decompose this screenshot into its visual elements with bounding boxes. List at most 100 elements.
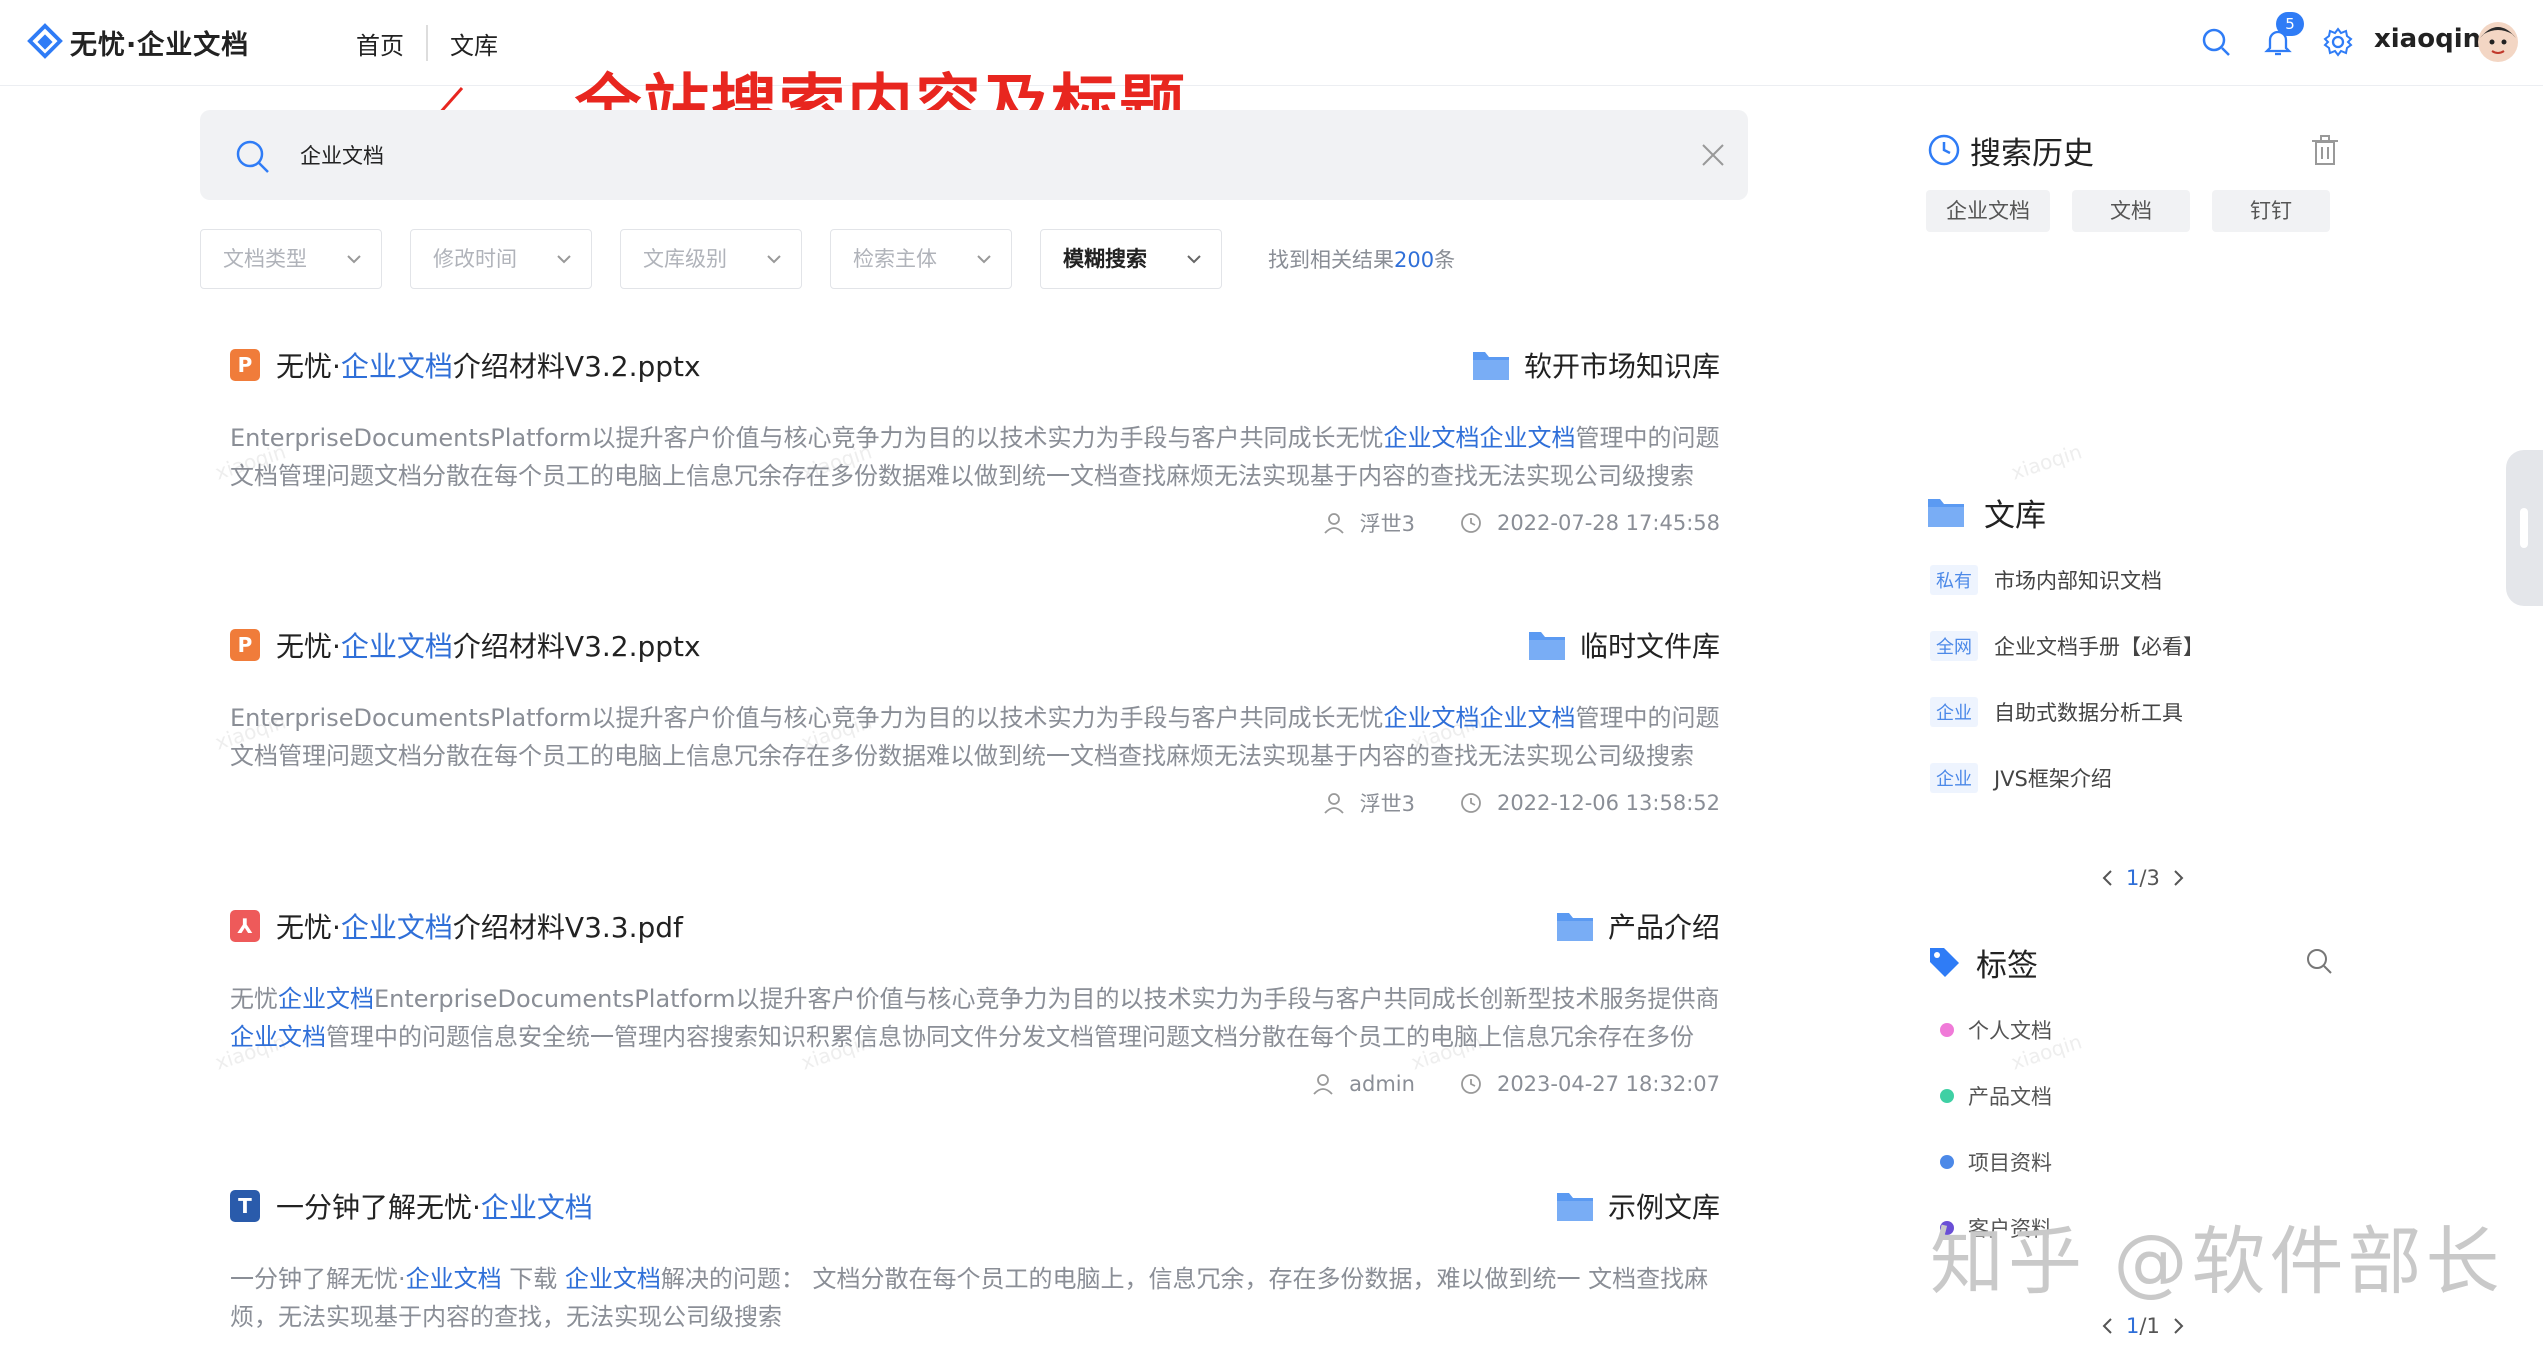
result-filename: 无忧·企业文档介绍材料V3.2.pptx (276, 345, 701, 385)
library-name: 产品介绍 (1607, 911, 1720, 944)
folder-icon (1472, 352, 1509, 380)
nav-home[interactable]: 首页 (356, 26, 426, 61)
result-title[interactable]: ⅄ 无忧·企业文档介绍材料V3.3.pdf (230, 906, 683, 946)
user-watermark: xiaoqin (2008, 439, 2085, 485)
nav-library[interactable]: 文库 (428, 26, 520, 61)
search-icon[interactable] (2304, 946, 2334, 976)
chevron-right-icon[interactable] (2168, 868, 2188, 888)
chevron-left-icon[interactable] (2098, 868, 2118, 888)
folder-icon (1556, 913, 1593, 941)
snippet-segment: 管理中的问题信息安全统一管理内容搜索知识积累信息协同文件分发文档管理问题文档分散… (326, 1023, 1694, 1051)
pager-current: 1 (2126, 866, 2140, 890)
chevron-down-icon (557, 255, 571, 264)
chevron-right-icon[interactable] (2168, 1316, 2188, 1336)
library-item[interactable]: 私有 市场内部知识文档 (1930, 560, 2162, 600)
user-icon (1323, 513, 1344, 534)
highlight-keyword: 企业文档 (405, 1265, 502, 1293)
gear-icon[interactable] (2322, 26, 2354, 58)
highlight-keyword: 企业文档 (278, 985, 374, 1013)
result-meta: 浮世3 2022-12-06 13:58:52 (1322, 785, 1720, 821)
filter-fuzzy-search[interactable]: 模糊搜索 (1040, 229, 1222, 289)
library-scope-badge: 企业 (1930, 763, 1978, 793)
chevron-down-icon (347, 255, 361, 264)
side-scroll-handle[interactable] (2506, 450, 2543, 606)
library-name: 软开市场知识库 (1523, 350, 1720, 383)
library-name: 临时文件库 (1579, 630, 1720, 663)
library-item[interactable]: 企业 JVS框架介绍 (1930, 758, 2112, 798)
library-item-name: JVS框架介绍 (1994, 767, 2112, 791)
title-segment: 无忧· (276, 350, 341, 383)
result-time: 2022-12-06 13:58:52 (1496, 791, 1720, 815)
result-library[interactable]: 示例文库 (1556, 1186, 1720, 1226)
tag-item[interactable]: 个人文档 (1940, 1010, 2052, 1050)
avatar[interactable] (2476, 20, 2520, 64)
filter-label: 文库级别 (643, 247, 727, 271)
result-library[interactable]: 产品介绍 (1556, 906, 1720, 946)
app-logo[interactable]: 无忧·企业文档 (26, 20, 249, 64)
history-chip[interactable]: 钉钉 (2212, 190, 2330, 232)
library-item[interactable]: 全网 企业文档手册【必看】 (1930, 626, 2204, 666)
result-title[interactable]: P 无忧·企业文档介绍材料V3.2.pptx (230, 625, 701, 665)
snippet-segment: 一分钟了解无忧· (230, 1265, 406, 1293)
clock-icon (1461, 793, 1481, 813)
result-title[interactable]: T 一分钟了解无忧·企业文档 (230, 1186, 593, 1226)
close-icon[interactable] (1700, 142, 1726, 168)
result-library[interactable]: 临时文件库 (1528, 625, 1720, 665)
history-chip[interactable]: 企业文档 (1926, 190, 2050, 232)
user-icon (1323, 793, 1344, 814)
file-type-icon: P (230, 349, 260, 381)
logo-icon (27, 23, 63, 59)
main-nav: 首页 文库 (356, 24, 520, 62)
filter-library-level[interactable]: 文库级别 (620, 229, 802, 289)
result-meta: admin 2023-04-27 18:32:07 (1311, 1066, 1720, 1102)
filter-modified-time[interactable]: 修改时间 (410, 229, 592, 289)
tags-pager: 1/1 (2090, 1308, 2196, 1344)
filter-doc-type[interactable]: 文档类型 (200, 229, 382, 289)
tag-item[interactable]: 产品文档 (1940, 1076, 2052, 1116)
result-count-prefix: 找到相关结果 (1268, 248, 1394, 272)
pager-total: /1 (2139, 1314, 2160, 1338)
tag-name: 个人文档 (1968, 1019, 2052, 1043)
snippet-segment: 无忧 (230, 985, 278, 1013)
history-chip[interactable]: 文档 (2072, 190, 2190, 232)
result-count-suffix: 条 (1434, 248, 1456, 272)
tag-item[interactable]: 项目资料 (1940, 1142, 2052, 1182)
search-bar[interactable]: 企业文档 (200, 110, 1748, 200)
filter-search-subject[interactable]: 检索主体 (830, 229, 1012, 289)
file-type-icon: ⅄ (230, 910, 260, 942)
search-input[interactable]: 企业文档 (300, 140, 384, 170)
library-scope-badge: 全网 (1930, 631, 1978, 661)
library-item[interactable]: 企业 自助式数据分析工具 (1930, 692, 2183, 732)
library-panel-header: 文库 (1926, 490, 2346, 534)
trash-icon[interactable] (2310, 134, 2340, 166)
snippet-segment: EnterpriseDocumentsPlatform以提升客户价值与核心竞争力… (230, 424, 1384, 452)
result-count-number: 200 (1394, 248, 1435, 272)
search-history-title: 搜索历史 (1970, 135, 2094, 172)
app-name: 无忧·企业文档 (70, 29, 250, 61)
result-time: 2023-04-27 18:32:07 (1496, 1072, 1720, 1096)
result-meta: 浮世3 2022-07-28 17:45:58 (1322, 505, 1720, 541)
result-filename: 无忧·企业文档介绍材料V3.3.pdf (276, 906, 683, 946)
highlight-keyword: 企业文档 (480, 1191, 593, 1224)
highlight-keyword: 企业文档 (564, 1265, 661, 1293)
chevron-left-icon[interactable] (2098, 1316, 2118, 1336)
result-author: 浮世3 (1359, 512, 1415, 536)
library-name: 示例文库 (1607, 1191, 1720, 1224)
tags-panel-title: 标签 (1976, 947, 2038, 984)
file-type-icon: T (230, 1190, 260, 1222)
search-history-header: 搜索历史 (1926, 128, 2346, 172)
title-segment: 无忧· (276, 911, 341, 944)
search-icon[interactable] (2200, 26, 2232, 58)
tag-color-dot (1940, 1155, 1954, 1169)
clock-icon (1461, 1074, 1481, 1094)
username[interactable]: xiaoqin (2374, 24, 2481, 54)
highlight-keyword: 企业文档 (340, 630, 453, 663)
result-filename: 无忧·企业文档介绍材料V3.2.pptx (276, 625, 701, 665)
result-library[interactable]: 软开市场知识库 (1472, 345, 1720, 385)
search-icon (236, 140, 269, 173)
snippet-segment: EnterpriseDocumentsPlatform以提升客户价值与核心竞争力… (374, 985, 1720, 1013)
filter-label: 文档类型 (223, 247, 307, 271)
folder-icon (1556, 1193, 1593, 1221)
notification-badge: 5 (2276, 12, 2304, 36)
result-title[interactable]: P 无忧·企业文档介绍材料V3.2.pptx (230, 345, 701, 385)
